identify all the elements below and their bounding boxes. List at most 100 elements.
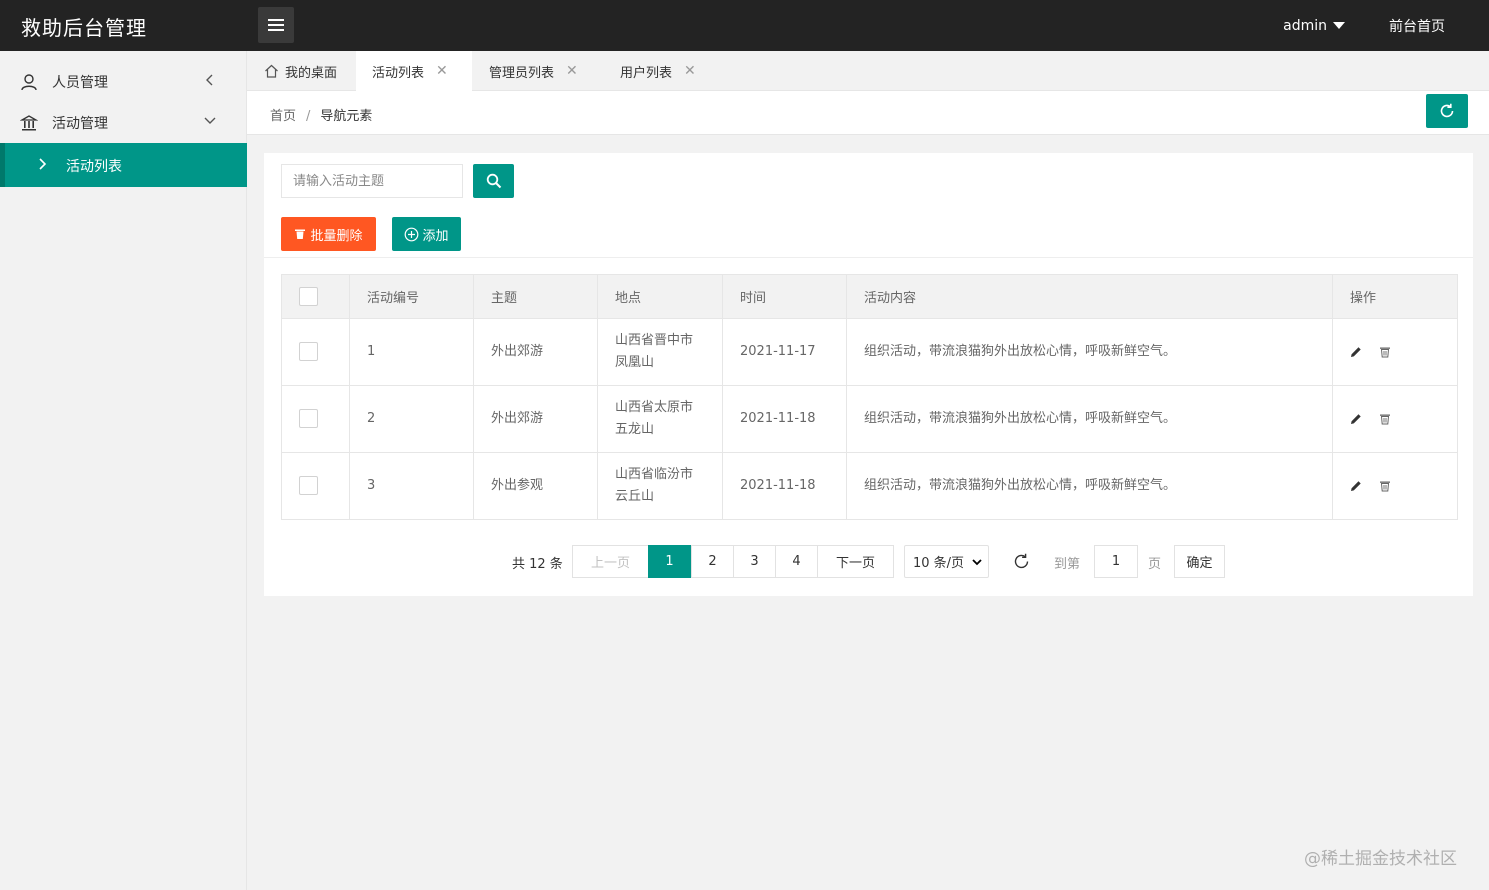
batch-delete-button[interactable]: 批量删除 bbox=[281, 217, 376, 251]
app-title: 救助后台管理 bbox=[21, 16, 147, 40]
menu-toggle-button[interactable] bbox=[258, 7, 294, 43]
tab-user-list[interactable]: 用户列表 ✕ bbox=[620, 51, 720, 91]
user-icon bbox=[21, 74, 37, 91]
pager-page-1[interactable]: 1 bbox=[648, 545, 691, 578]
tab-desktop[interactable]: 我的桌面 bbox=[247, 51, 356, 91]
batch-delete-label: 批量删除 bbox=[310, 228, 363, 244]
sidebar-subitem-label: 活动列表 bbox=[66, 159, 122, 175]
breadcrumb-current: 导航元素 bbox=[320, 109, 373, 124]
cell-id: 3 bbox=[349, 452, 474, 520]
goto-page-input[interactable]: 1 bbox=[1094, 545, 1138, 578]
tab-bar: 我的桌面 活动列表 ✕ 管理员列表 ✕ 用户列表 ✕ bbox=[247, 51, 1489, 91]
refresh-icon bbox=[1440, 103, 1454, 118]
table-header: 时间 bbox=[722, 274, 847, 319]
sidebar-subitem-activity-list[interactable]: 活动列表 bbox=[0, 143, 247, 187]
cell-place: 山西省太原市 五龙山 bbox=[597, 385, 723, 453]
place-line: 山西省晋中市 bbox=[615, 333, 694, 348]
breadcrumb-bar: 首页 / 导航元素 bbox=[247, 91, 1489, 135]
pager-page-2[interactable]: 2 bbox=[691, 545, 734, 578]
cell-place: 山西省临汾市 云丘山 bbox=[597, 452, 723, 520]
breadcrumb-separator: / bbox=[306, 109, 311, 124]
sidebar-item-activity[interactable]: 活动管理 bbox=[0, 102, 247, 142]
cell-time: 2021-11-18 bbox=[722, 452, 847, 520]
place-line: 云丘山 bbox=[615, 489, 655, 504]
edit-icon[interactable] bbox=[1350, 480, 1362, 492]
plus-circle-icon bbox=[405, 227, 419, 241]
chevron-right-icon bbox=[39, 158, 47, 170]
cell-content: 组织活动，带流浪猫狗外出放松心情，呼吸新鲜空气。 bbox=[846, 318, 1333, 386]
close-icon[interactable]: ✕ bbox=[436, 63, 448, 79]
goto-confirm-button[interactable]: 确定 bbox=[1174, 545, 1225, 578]
goto-label: 到第 bbox=[1054, 557, 1081, 572]
delete-icon[interactable] bbox=[1379, 480, 1391, 492]
activity-table: 活动编号 主题 地点 时间 活动内容 操作 1 外出郊游 山西省晋中市 凤凰山 2… bbox=[281, 274, 1458, 520]
chevron-down-icon bbox=[972, 558, 982, 565]
search-input[interactable] bbox=[281, 164, 463, 198]
watermark: @稀土掘金技术社区 bbox=[1304, 849, 1457, 869]
table-row: 3 外出参观 山西省临汾市 云丘山 2021-11-18 组织活动，带流浪猫狗外出… bbox=[281, 452, 1458, 520]
table-row: 2 外出郊游 山西省太原市 五龙山 2021-11-18 组织活动，带流浪猫狗外出… bbox=[281, 385, 1458, 453]
bank-icon bbox=[20, 115, 38, 131]
pager-prev-button[interactable]: 上一页 bbox=[572, 545, 649, 578]
search-icon bbox=[486, 173, 501, 189]
per-page-select[interactable]: 10 条/页 bbox=[904, 545, 989, 578]
tab-activity-list[interactable]: 活动列表 ✕ bbox=[356, 51, 472, 91]
home-icon bbox=[265, 64, 278, 78]
cell-content: 组织活动，带流浪猫狗外出放松心情，呼吸新鲜空气。 bbox=[846, 452, 1333, 520]
pager-page-4[interactable]: 4 bbox=[775, 545, 818, 578]
user-name: admin bbox=[1283, 17, 1327, 34]
breadcrumb-home[interactable]: 首页 bbox=[270, 109, 296, 124]
row-checkbox[interactable] bbox=[299, 409, 318, 428]
refresh-button[interactable] bbox=[1426, 94, 1468, 128]
sidebar-item-label: 活动管理 bbox=[52, 116, 108, 132]
hamburger-icon bbox=[268, 19, 284, 31]
edit-icon[interactable] bbox=[1350, 413, 1362, 425]
sidebar-item-people[interactable]: 人员管理 bbox=[0, 61, 247, 101]
row-checkbox-cell bbox=[281, 385, 350, 453]
trash-icon bbox=[295, 229, 306, 239]
table-header-row: 活动编号 主题 地点 时间 活动内容 操作 bbox=[281, 274, 1458, 319]
cell-ops bbox=[1332, 318, 1458, 386]
table-header: 操作 bbox=[1332, 274, 1458, 319]
close-icon[interactable]: ✕ bbox=[684, 63, 696, 79]
frontpage-link[interactable]: 前台首页 bbox=[1389, 16, 1445, 36]
select-all-checkbox[interactable] bbox=[299, 287, 318, 306]
user-menu[interactable]: admin bbox=[1283, 18, 1345, 34]
place-line: 五龙山 bbox=[615, 422, 655, 437]
pager-next-button[interactable]: 下一页 bbox=[817, 545, 894, 578]
cell-content: 组织活动，带流浪猫狗外出放松心情，呼吸新鲜空气。 bbox=[846, 385, 1333, 453]
add-button[interactable]: 添加 bbox=[392, 217, 461, 251]
place-line: 凤凰山 bbox=[615, 355, 655, 370]
table-row: 1 外出郊游 山西省晋中市 凤凰山 2021-11-17 组织活动，带流浪猫狗外出… bbox=[281, 318, 1458, 386]
cell-topic: 外出郊游 bbox=[473, 385, 598, 453]
breadcrumb: 首页 / 导航元素 bbox=[270, 105, 372, 124]
delete-icon[interactable] bbox=[1379, 413, 1391, 425]
tab-label: 活动列表 bbox=[372, 65, 425, 81]
row-checkbox-cell bbox=[281, 452, 350, 520]
row-checkbox[interactable] bbox=[299, 342, 318, 361]
tab-label: 用户列表 bbox=[620, 65, 673, 81]
top-bar: 救助后台管理 admin 前台首页 bbox=[0, 0, 1489, 51]
row-checkbox[interactable] bbox=[299, 476, 318, 495]
cell-ops bbox=[1332, 385, 1458, 453]
tab-admin-list[interactable]: 管理员列表 ✕ bbox=[489, 51, 605, 91]
delete-icon[interactable] bbox=[1379, 346, 1391, 358]
cell-ops bbox=[1332, 452, 1458, 520]
chevron-left-icon bbox=[206, 74, 213, 86]
pagination: 共 12 条 上一页 1 2 3 4 下一页 10 条/页 到第 1 页 确定 bbox=[264, 545, 1473, 579]
cell-topic: 外出参观 bbox=[473, 452, 598, 520]
chevron-down-icon bbox=[204, 117, 216, 124]
per-page-value: 10 条/页 bbox=[913, 556, 965, 571]
table-header: 主题 bbox=[473, 274, 598, 319]
row-checkbox-cell bbox=[281, 318, 350, 386]
pager-total: 共 12 条 bbox=[512, 557, 563, 572]
edit-icon[interactable] bbox=[1350, 346, 1362, 358]
close-icon[interactable]: ✕ bbox=[566, 63, 578, 79]
cell-id: 1 bbox=[349, 318, 474, 386]
search-button[interactable] bbox=[473, 164, 514, 198]
reload-icon[interactable] bbox=[1012, 552, 1031, 571]
cell-time: 2021-11-18 bbox=[722, 385, 847, 453]
place-line: 山西省太原市 bbox=[615, 400, 694, 415]
pager-page-3[interactable]: 3 bbox=[733, 545, 776, 578]
cell-place: 山西省晋中市 凤凰山 bbox=[597, 318, 723, 386]
